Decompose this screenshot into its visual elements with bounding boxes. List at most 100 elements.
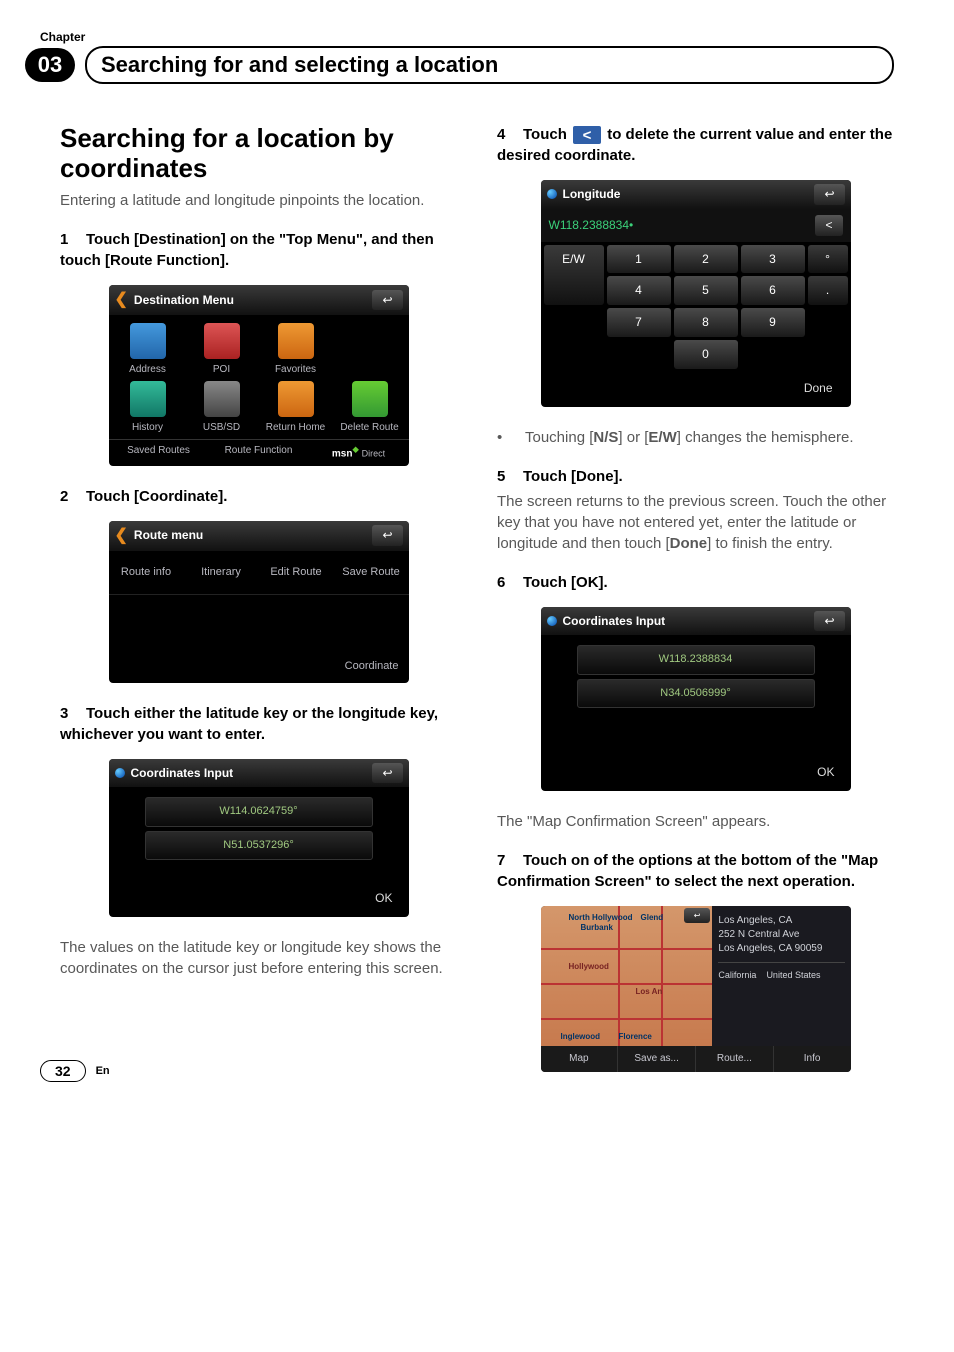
coordinate-button[interactable]: Coordinate <box>109 635 409 682</box>
addr-line-3: Los Angeles, CA 90059 <box>718 942 844 956</box>
latitude-field-2[interactable]: N34.0506999° <box>577 679 815 708</box>
key-6[interactable]: 6 <box>741 276 805 305</box>
back-arrow-icon[interactable]: ❮ <box>115 289 128 311</box>
itinerary-button[interactable]: Itinerary <box>184 551 259 594</box>
return-icon[interactable]: ↩ <box>684 908 711 923</box>
return-icon[interactable]: ↩ <box>372 525 402 546</box>
chapter-number-badge: 03 <box>25 48 75 82</box>
menu-saved-routes[interactable]: Saved Routes <box>109 440 209 465</box>
save-as-button[interactable]: Save as... <box>618 1046 696 1072</box>
lbl-address: Address <box>113 363 183 377</box>
menu-delete-route[interactable]: Delete Route <box>335 381 405 435</box>
map-area[interactable]: ↩ North Hollywood Burbank Glend Hollywoo… <box>541 906 713 1046</box>
city-hollywood: Hollywood <box>569 961 609 972</box>
step-7: 7Touch on of the options at the bottom o… <box>497 850 894 892</box>
back-arrow-icon[interactable]: ❮ <box>115 525 128 547</box>
screenshot-map-confirmation: ↩ North Hollywood Burbank Glend Hollywoo… <box>541 906 851 1072</box>
screenshot-coordinates-input-1: Coordinates Input ↩ W114.0624759° N51.05… <box>109 759 409 917</box>
step-5-after: The screen returns to the previous scree… <box>497 491 894 554</box>
map-info-panel: Los Angeles, CA 252 N Central Ave Los An… <box>712 906 850 1046</box>
screenshot-longitude-keypad: Longitude ↩ W118.2388834• < E/W 1 2 3 ° … <box>541 180 851 407</box>
step-5-text: Touch [Done]. <box>523 468 623 485</box>
key-7[interactable]: 7 <box>607 308 671 337</box>
menu-usbsd[interactable]: USB/SD <box>187 381 257 435</box>
key-dot[interactable]: . <box>808 276 848 305</box>
chapter-title: Searching for and selecting a location <box>85 46 894 84</box>
s5ab: Done <box>670 535 708 552</box>
key-8[interactable]: 8 <box>674 308 738 337</box>
lbl-poi: POI <box>187 363 257 377</box>
return-icon[interactable]: ↩ <box>814 184 844 205</box>
dev5-title: Coordinates Input <box>563 613 666 630</box>
step-2: 2Touch [Coordinate]. <box>60 486 457 507</box>
step-3-text: Touch either the latitude key or the lon… <box>60 705 438 743</box>
language-code: En <box>96 1065 110 1077</box>
step-1: 1Touch [Destination] on the "Top Menu", … <box>60 229 457 271</box>
return-icon[interactable]: ↩ <box>814 611 844 632</box>
menu-msn[interactable]: msn◆ Direct <box>309 440 409 465</box>
addr-line-1: Los Angeles, CA <box>718 914 844 928</box>
longitude-field-2[interactable]: W118.2388834 <box>577 645 815 674</box>
city-florence: Florence <box>619 1031 652 1042</box>
city-glend: Glend <box>641 912 664 923</box>
step-4-bullet: • Touching [N/S] or [E/W] changes the he… <box>497 427 894 448</box>
ok-button-2[interactable]: OK <box>541 744 851 791</box>
latitude-field[interactable]: N51.0537296° <box>145 831 373 860</box>
city-burbank: Burbank <box>581 922 613 933</box>
map-button[interactable]: Map <box>541 1046 619 1072</box>
b-ns: N/S <box>593 429 618 446</box>
globe-icon <box>547 189 557 199</box>
route-button[interactable]: Route... <box>696 1046 774 1072</box>
step-5: 5Touch [Done]. <box>497 466 894 487</box>
screenshot-destination-menu: ❮Destination Menu ↩ Address POI Favorite… <box>109 285 409 466</box>
return-icon[interactable]: ↩ <box>372 290 402 311</box>
s5a2: ] to finish the entry. <box>707 535 833 552</box>
step-4: 4Touch < to delete the current value and… <box>497 124 894 166</box>
b-prefix: Touching [ <box>525 429 593 446</box>
chapter-header: 03 Searching for and selecting a locatio… <box>25 46 894 84</box>
menu-favorites[interactable]: Favorites <box>261 323 331 377</box>
edit-route-button[interactable]: Edit Route <box>259 551 334 594</box>
key-3[interactable]: 3 <box>741 245 805 274</box>
state-label: California <box>718 969 756 982</box>
longitude-value: W118.2388834• <box>549 217 634 234</box>
key-2[interactable]: 2 <box>674 245 738 274</box>
globe-icon <box>115 768 125 778</box>
ew-toggle-button[interactable]: E/W <box>544 245 604 306</box>
chapter-label: Chapter <box>40 30 894 44</box>
route-info-button[interactable]: Route info <box>109 551 184 594</box>
key-9[interactable]: 9 <box>741 308 805 337</box>
ok-button[interactable]: OK <box>109 870 409 917</box>
menu-poi[interactable]: POI <box>187 323 257 377</box>
return-icon[interactable]: ↩ <box>372 763 402 784</box>
longitude-field[interactable]: W114.0624759° <box>145 797 373 826</box>
key-0[interactable]: 0 <box>674 340 738 369</box>
step-4-prefix: Touch <box>523 126 571 143</box>
step-6: 6Touch [OK]. <box>497 572 894 593</box>
lbl-delete-route: Delete Route <box>335 421 405 435</box>
menu-address[interactable]: Address <box>113 323 183 377</box>
city-la: Los An <box>636 986 663 997</box>
step-6-after: The "Map Confirmation Screen" appears. <box>497 811 894 832</box>
dev3-title: Coordinates Input <box>131 765 234 782</box>
key-degree[interactable]: ° <box>808 245 848 274</box>
menu-return-home[interactable]: Return Home <box>261 381 331 435</box>
key-4[interactable]: 4 <box>607 276 671 305</box>
msn-sub: Direct <box>362 449 386 459</box>
country-label: United States <box>766 969 820 982</box>
dev2-title: Route menu <box>134 527 203 544</box>
key-1[interactable]: 1 <box>607 245 671 274</box>
info-button[interactable]: Info <box>774 1046 851 1072</box>
b-suffix: ] changes the hemisphere. <box>677 429 854 446</box>
addr-line-2: 252 N Central Ave <box>718 928 844 942</box>
menu-history[interactable]: History <box>113 381 183 435</box>
done-button[interactable]: Done <box>541 372 851 407</box>
backspace-button[interactable]: < <box>815 215 842 236</box>
save-route-button[interactable]: Save Route <box>334 551 409 594</box>
step-3: 3Touch either the latitude key or the lo… <box>60 703 457 745</box>
key-5[interactable]: 5 <box>674 276 738 305</box>
menu-route-function[interactable]: Route Function <box>209 440 309 465</box>
dev4-title: Longitude <box>563 186 621 203</box>
lbl-usbsd: USB/SD <box>187 421 257 435</box>
section-title: Searching for a location by coordinates <box>60 124 457 184</box>
